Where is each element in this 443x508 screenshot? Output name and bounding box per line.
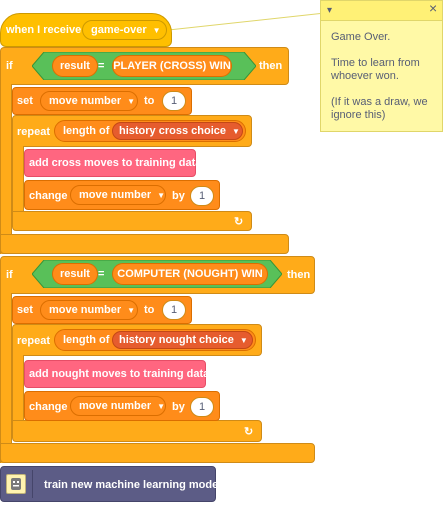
list-dropdown-1[interactable]: history cross choice ▼ bbox=[112, 122, 243, 140]
chevron-down-icon: ▼ bbox=[152, 25, 161, 35]
change-label-2: change bbox=[29, 401, 68, 413]
collapse-icon[interactable]: ▾ bbox=[327, 4, 332, 17]
change-value-input-2[interactable]: 1 bbox=[190, 397, 214, 417]
value-reporter-1[interactable]: PLAYER (CROSS) WIN bbox=[112, 55, 232, 77]
comment-connector bbox=[150, 12, 325, 33]
comment-body[interactable]: Game Over. Time to learn from whoever wo… bbox=[331, 31, 428, 122]
change-var-label-2: move number bbox=[79, 400, 152, 412]
by-label-1: by bbox=[172, 190, 185, 202]
result-label-1: result bbox=[60, 60, 90, 72]
equals-label-1: = bbox=[98, 60, 105, 72]
close-icon[interactable]: × bbox=[429, 1, 437, 15]
repeat-label-2: repeat bbox=[17, 335, 51, 347]
value-label-2: COMPUTER (NOUGHT) WIN bbox=[117, 268, 263, 280]
by-label-2: by bbox=[172, 401, 185, 413]
repeat-block-2-foot bbox=[12, 420, 262, 442]
ml-label-2: add nought moves to training data bbox=[29, 368, 210, 380]
comment-line: (If it was a draw, we bbox=[331, 96, 428, 108]
value-label-1: PLAYER (CROSS) WIN bbox=[113, 60, 231, 72]
if-label-2: if bbox=[6, 269, 13, 281]
ml-icon-divider bbox=[32, 470, 33, 498]
comment-line: whoever won. bbox=[331, 70, 399, 82]
length-label-1: length of bbox=[63, 125, 110, 137]
if-block-1-foot bbox=[0, 234, 289, 254]
loop-arrow-icon: ↻ bbox=[234, 216, 244, 228]
comment-line bbox=[331, 44, 428, 57]
set-value-2: 1 bbox=[170, 304, 178, 316]
set-label-2: set bbox=[17, 304, 33, 316]
chevron-down-icon: ▼ bbox=[127, 305, 136, 315]
if-block-2-arm bbox=[0, 293, 12, 463]
change-var-dropdown-2[interactable]: move number ▼ bbox=[70, 396, 166, 416]
chevron-down-icon: ▼ bbox=[127, 96, 136, 106]
chevron-down-icon: ▼ bbox=[157, 401, 166, 411]
to-label-1: to bbox=[144, 95, 155, 107]
loop-arrow-icon: ↻ bbox=[244, 426, 254, 438]
comment-note[interactable]: ▾ × Game Over. Time to learn from whoeve… bbox=[320, 0, 443, 132]
change-label-1: change bbox=[29, 190, 68, 202]
equals-label-2: = bbox=[98, 268, 105, 280]
repeat-block-2-arm bbox=[12, 355, 24, 421]
change-var-label-1: move number bbox=[79, 189, 152, 201]
chevron-down-icon: ▼ bbox=[232, 126, 240, 136]
ml-extension-icon bbox=[6, 474, 26, 494]
set-var-label-2: move number bbox=[49, 304, 122, 316]
comment-line: ignore this) bbox=[331, 109, 386, 121]
set-var-dropdown-2[interactable]: move number ▼ bbox=[40, 300, 138, 320]
change-value-2: 1 bbox=[198, 401, 206, 413]
comment-header[interactable] bbox=[321, 1, 442, 21]
set-var-dropdown-1[interactable]: move number ▼ bbox=[40, 91, 138, 111]
repeat-label-1: repeat bbox=[17, 126, 51, 138]
result-reporter-2[interactable]: result bbox=[52, 263, 98, 285]
train-model-label: train new machine learning model bbox=[44, 479, 222, 491]
length-label-2: length of bbox=[63, 334, 110, 346]
change-var-dropdown-1[interactable]: move number ▼ bbox=[70, 185, 166, 205]
if-label-1: if bbox=[6, 60, 13, 72]
list-label-2: history nought choice bbox=[119, 334, 234, 346]
set-value-input-2[interactable]: 1 bbox=[162, 300, 186, 320]
message-dropdown[interactable]: game-over ▼ bbox=[82, 20, 167, 40]
repeat-block-1-foot bbox=[12, 211, 252, 231]
change-value-input-1[interactable]: 1 bbox=[190, 186, 214, 206]
then-label-2: then bbox=[287, 269, 311, 281]
repeat-block-1-arm bbox=[12, 146, 24, 212]
comment-line: Time to learn from bbox=[331, 57, 420, 69]
message-label: game-over bbox=[91, 24, 147, 36]
set-label-1: set bbox=[17, 95, 33, 107]
ml-label-1: add cross moves to training data bbox=[29, 157, 202, 169]
chevron-down-icon: ▼ bbox=[239, 335, 248, 345]
comment-line bbox=[331, 83, 428, 96]
set-var-label-1: move number bbox=[49, 95, 122, 107]
list-label-1: history cross choice bbox=[119, 125, 226, 137]
set-value-input-1[interactable]: 1 bbox=[162, 91, 186, 111]
when-i-receive-label: when I receive bbox=[6, 24, 82, 36]
to-label-2: to bbox=[144, 304, 155, 316]
result-label-2: result bbox=[60, 268, 90, 280]
set-value-1: 1 bbox=[170, 95, 178, 107]
comment-line: Game Over. bbox=[331, 31, 391, 43]
if-block-1-arm bbox=[0, 84, 12, 254]
then-label-1: then bbox=[259, 60, 283, 72]
result-reporter-1[interactable]: result bbox=[52, 55, 98, 77]
change-value-1: 1 bbox=[198, 190, 206, 202]
chevron-down-icon: ▼ bbox=[157, 190, 166, 200]
value-reporter-2[interactable]: COMPUTER (NOUGHT) WIN bbox=[112, 263, 268, 285]
if-block-2-foot bbox=[0, 443, 315, 463]
list-dropdown-2[interactable]: history nought choice ▼ bbox=[112, 331, 253, 349]
